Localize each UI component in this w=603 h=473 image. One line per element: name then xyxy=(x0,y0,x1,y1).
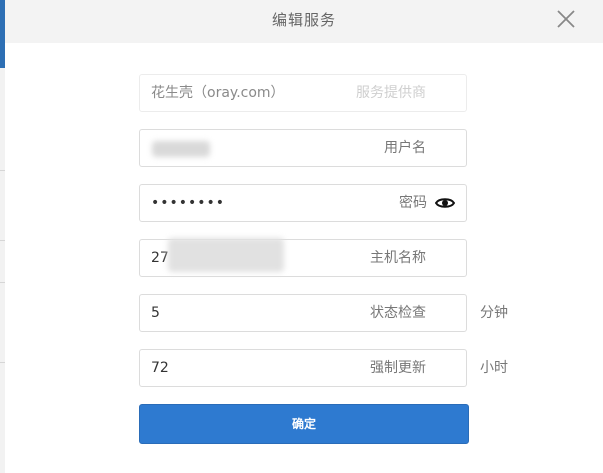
eye-icon[interactable] xyxy=(435,195,455,211)
password-field[interactable]: •••••••• 密码 xyxy=(139,184,467,222)
force-update-field[interactable]: 72 强制更新 xyxy=(139,349,467,387)
hostname-value: 27 xyxy=(151,250,169,266)
status-check-label: 状态检查 xyxy=(370,305,426,321)
provider-field: 花生壳（oray.com） 服务提供商 xyxy=(139,74,467,112)
confirm-button[interactable]: 确定 xyxy=(139,404,469,444)
provider-label: 服务提供商 xyxy=(356,85,426,101)
redacted-hostname xyxy=(168,238,284,272)
provider-value: 花生壳（oray.com） xyxy=(151,85,285,101)
password-value: •••••••• xyxy=(151,195,226,211)
hostname-field[interactable]: 27 主机名称 xyxy=(139,238,467,277)
close-button[interactable] xyxy=(555,8,577,30)
force-update-unit: 小时 xyxy=(480,360,508,376)
password-label: 密码 xyxy=(399,195,427,211)
dialog-title: 编辑服务 xyxy=(271,11,336,29)
redacted-username xyxy=(152,141,210,157)
page: 编辑服务 花生壳（oray.com） 服务提供商 用户名 •••••••• 密码 xyxy=(0,0,603,473)
force-update-value: 72 xyxy=(151,360,169,376)
status-check-unit: 分钟 xyxy=(480,305,508,321)
force-update-label: 强制更新 xyxy=(370,360,426,376)
status-check-value: 5 xyxy=(151,305,160,321)
hostname-label: 主机名称 xyxy=(370,250,426,266)
dialog-header: 编辑服务 xyxy=(5,0,603,43)
edit-service-dialog: 编辑服务 花生壳（oray.com） 服务提供商 用户名 •••••••• 密码 xyxy=(5,0,603,473)
close-icon xyxy=(557,10,575,28)
username-label: 用户名 xyxy=(384,140,426,156)
status-check-field[interactable]: 5 状态检查 xyxy=(139,294,467,332)
username-field[interactable]: 用户名 xyxy=(139,129,467,167)
